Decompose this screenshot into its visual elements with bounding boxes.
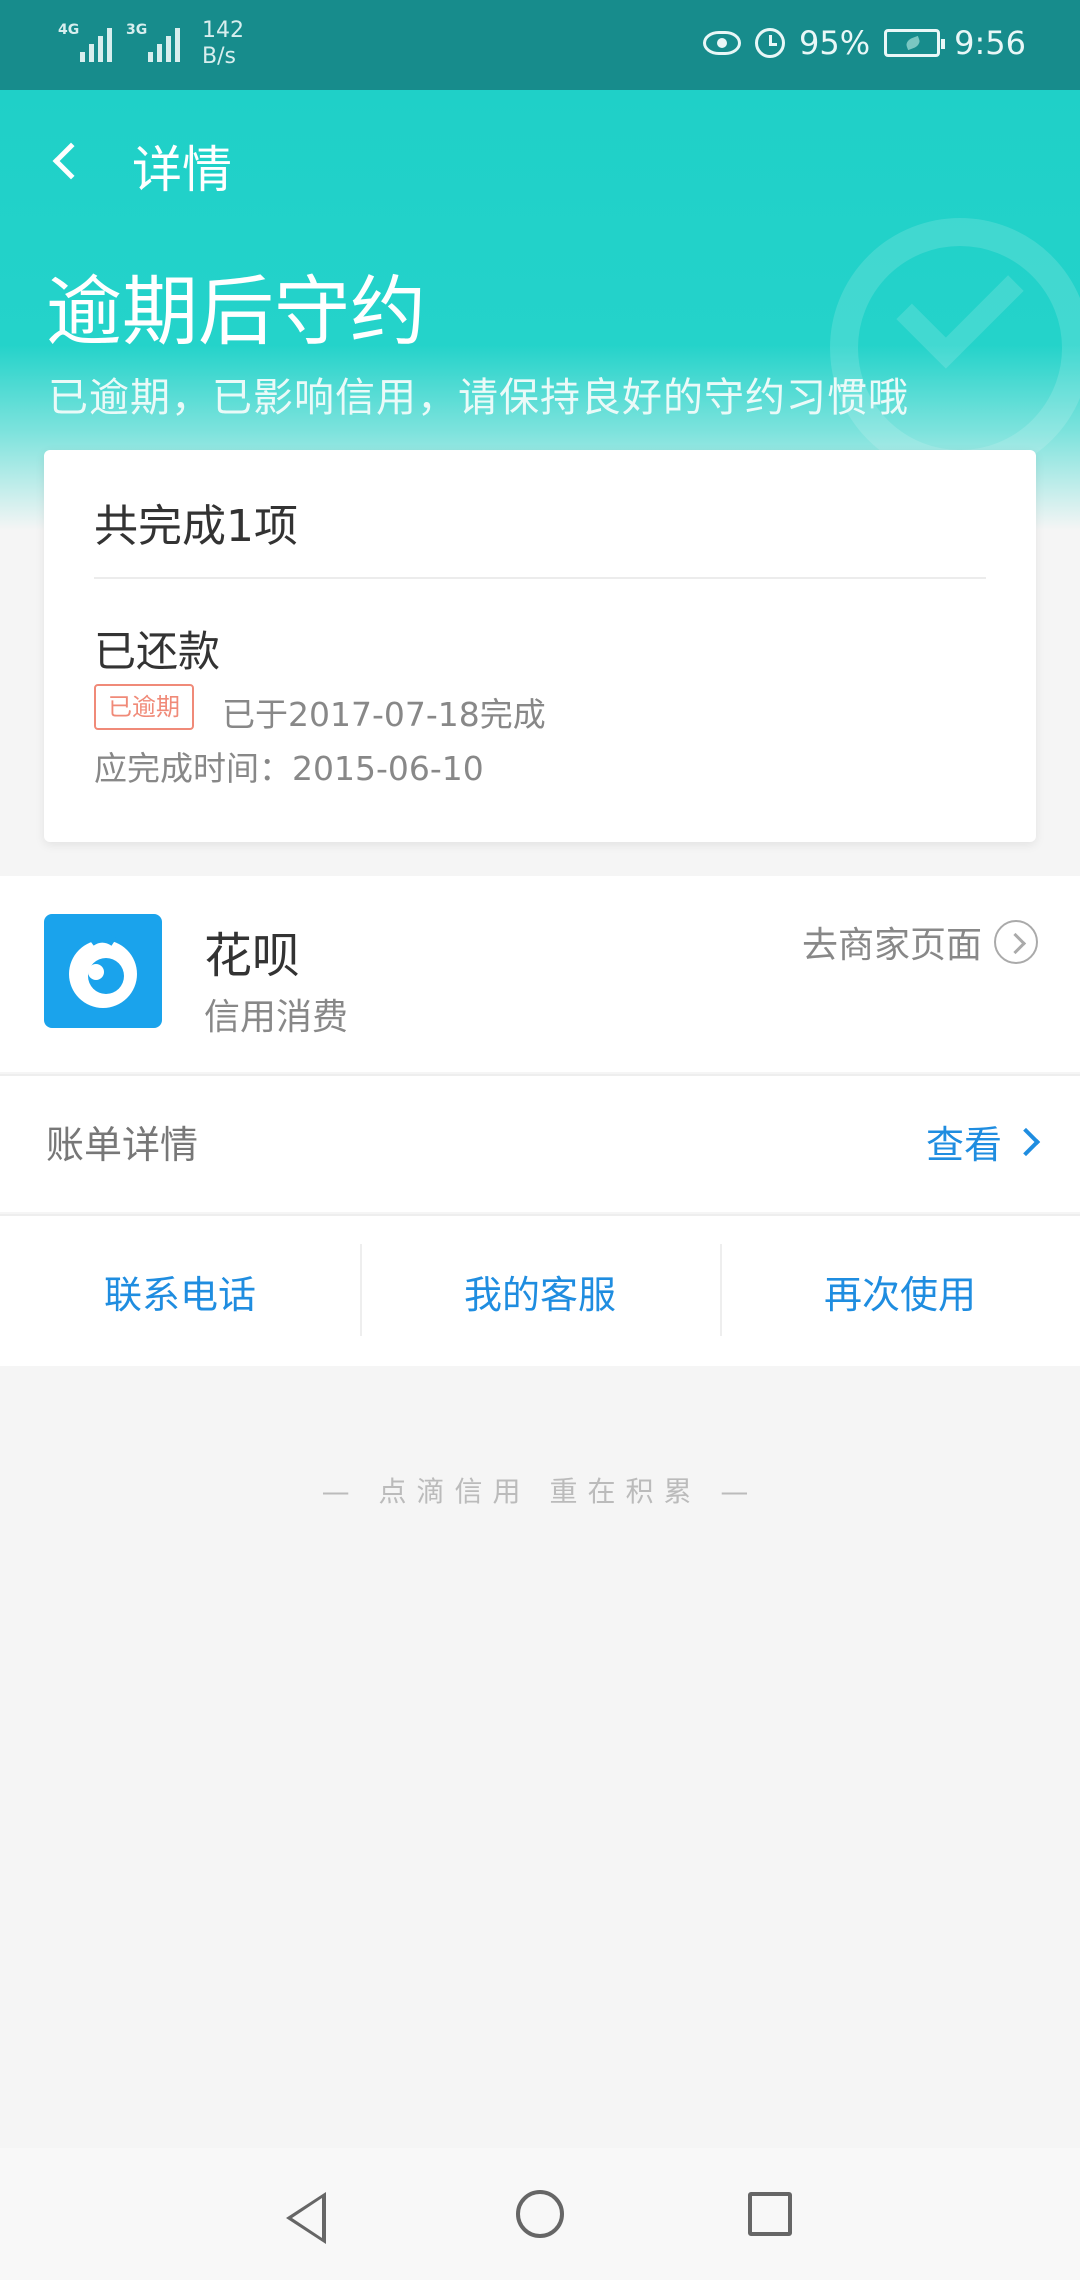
repayment-status: 已还款	[94, 627, 221, 676]
circle-arrow-right-icon	[994, 920, 1038, 964]
bill-details-row[interactable]: 账单详情 查看	[0, 1074, 1080, 1212]
view-bill-link[interactable]: 查看	[925, 1114, 1041, 1169]
page-title: 逾期后守约	[46, 267, 426, 356]
network-type-4g: 4G	[58, 22, 80, 38]
nav-back-icon[interactable]	[286, 2192, 326, 2244]
network-speed: 142 B/s	[202, 18, 244, 70]
use-again-button[interactable]: 再次使用	[720, 1216, 1080, 1366]
back-arrow-icon	[52, 142, 90, 180]
merchant-name: 花呗	[204, 928, 301, 984]
completion-summary: 共完成1项	[94, 501, 298, 552]
signal-4g-icon: 4G	[58, 18, 112, 62]
contact-phone-button[interactable]: 联系电话	[0, 1216, 360, 1366]
status-left: 4G 3G 142 B/s	[58, 18, 244, 70]
battery-icon	[884, 29, 946, 57]
completed-date: 已于2017-07-18完成	[222, 695, 546, 734]
overdue-badge: 已逾期	[94, 684, 194, 730]
view-bill-label: 查看	[925, 1123, 1002, 1167]
speed-unit: B/s	[202, 44, 236, 69]
customer-service-button[interactable]: 我的客服	[360, 1216, 720, 1366]
back-button[interactable]	[44, 132, 94, 192]
go-to-merchant-label: 去商家页面	[801, 925, 982, 966]
status-bar: 4G 3G 142 B/s 95% 9:56	[0, 0, 1080, 90]
due-date: 应完成时间：2015-06-10	[94, 749, 484, 788]
eye-icon	[703, 31, 742, 55]
signal-3g-icon: 3G	[126, 18, 180, 62]
battery-percent: 95%	[799, 24, 871, 62]
bill-details-label: 账单详情	[46, 1123, 199, 1167]
nav-recent-apps-icon[interactable]	[748, 2192, 792, 2236]
system-nav-bar	[0, 2148, 1080, 2280]
clock-time: 9:56	[954, 24, 1026, 62]
speed-value: 142	[202, 18, 244, 43]
page-subtitle: 已逾期，已影响信用，请保持良好的守约习惯哦	[48, 375, 909, 421]
merchant-description: 信用消费	[204, 997, 349, 1038]
status-right: 95% 9:56	[703, 24, 1026, 62]
go-to-merchant-link[interactable]: 去商家页面	[802, 916, 1038, 968]
alarm-icon	[755, 28, 786, 58]
action-bar: 联系电话 我的客服 再次使用	[0, 1214, 1080, 1366]
divider	[94, 577, 986, 579]
nav-title: 详情	[132, 141, 232, 199]
completion-card: 共完成1项 已还款 已逾期 已于2017-07-18完成 应完成时间：2015-…	[44, 450, 1036, 842]
merchant-row: 花呗 信用消费 去商家页面	[0, 876, 1080, 1072]
footer-slogan: — 点滴信用 重在积累 —	[321, 1475, 759, 1508]
network-type-3g: 3G	[126, 22, 148, 38]
huabei-logo-icon	[44, 914, 162, 1028]
chevron-right-icon	[1011, 1127, 1041, 1156]
nav-home-icon[interactable]	[516, 2190, 564, 2238]
